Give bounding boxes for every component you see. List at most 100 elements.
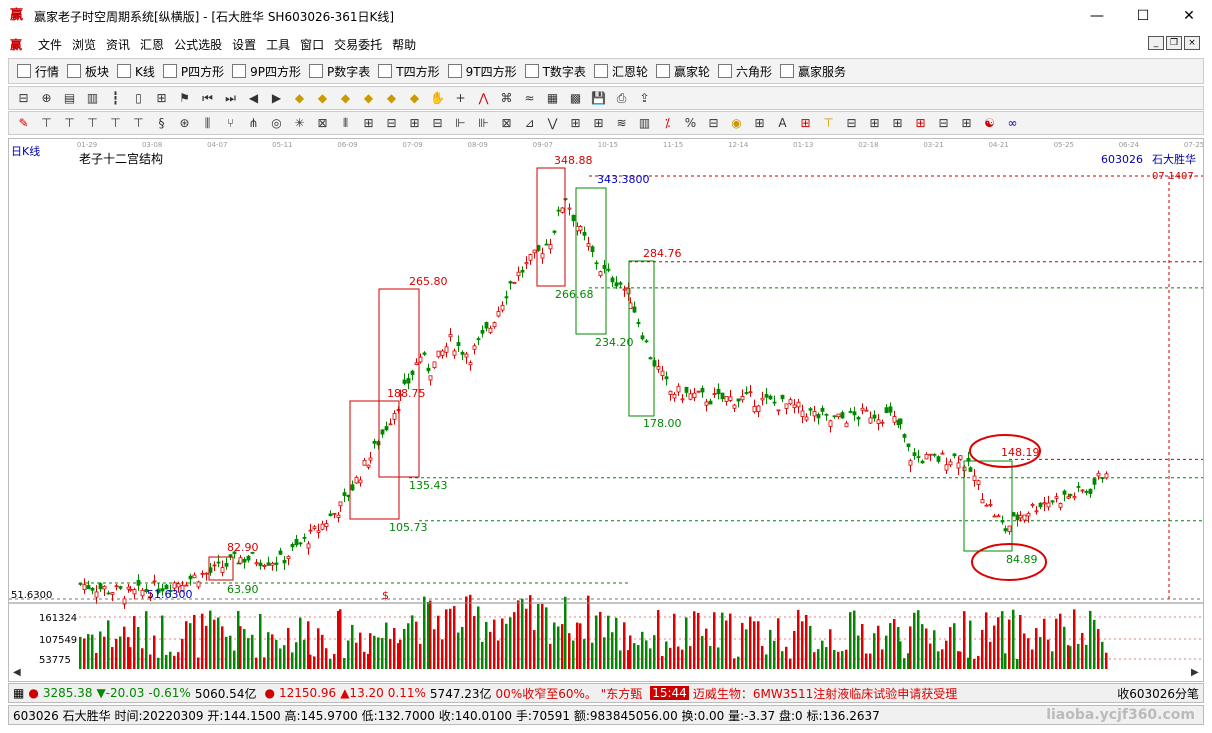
menu-file[interactable]: 文件	[38, 36, 62, 53]
tool-v-icon[interactable]: ⊤	[820, 115, 837, 132]
layout-icon[interactable]: ⊟	[15, 90, 32, 107]
infinity-icon[interactable]: ∞	[1004, 115, 1021, 132]
spiral-icon[interactable]: §	[153, 115, 170, 132]
tool-d-icon[interactable]: ⊤	[107, 115, 124, 132]
tool-t-icon[interactable]: ⊞	[751, 115, 768, 132]
tool-c-icon[interactable]: ⊤	[84, 115, 101, 132]
menu-window[interactable]: 窗口	[300, 36, 324, 53]
tool-e-icon[interactable]: ⊤	[130, 115, 147, 132]
tool-s-icon[interactable]: ⊟	[705, 115, 722, 132]
tool-i-icon[interactable]: ⊟	[429, 115, 446, 132]
mdi-close-button[interactable]: ×	[1184, 36, 1200, 50]
fan-icon[interactable]: ⋔	[245, 115, 262, 132]
menu-settings[interactable]: 设置	[232, 36, 256, 53]
pen-icon[interactable]: ✎	[15, 115, 32, 132]
tool-g-icon[interactable]: ⊟	[383, 115, 400, 132]
menu-trade[interactable]: 交易委托	[334, 36, 382, 53]
next-icon[interactable]: ▶	[268, 90, 285, 107]
gold-icon[interactable]: ◉	[728, 115, 745, 132]
doc-icon[interactable]: ▤	[61, 90, 78, 107]
tool-b-icon[interactable]: ⊤	[61, 115, 78, 132]
diamond-6-icon[interactable]: ◆	[406, 90, 423, 107]
toolbar-item-12[interactable]: 赢家服务	[779, 63, 846, 80]
diamond-1-icon[interactable]: ◆	[291, 90, 308, 107]
wave-icon[interactable]: ≈	[521, 90, 538, 107]
star-icon[interactable]: ✳	[291, 115, 308, 132]
grid-toggle-icon[interactable]: ⊞	[153, 90, 170, 107]
toolbar-item-5[interactable]: P数字表	[309, 63, 370, 80]
calendar-icon[interactable]: ▦	[544, 90, 561, 107]
tool-r-icon[interactable]: ▥	[636, 115, 653, 132]
toolbar-item-8[interactable]: T数字表	[524, 63, 586, 80]
toolbar-item-1[interactable]: 板块	[67, 63, 109, 80]
toolbar-item-10[interactable]: 赢家轮	[655, 63, 710, 80]
grid2-icon[interactable]: ⊞	[958, 115, 975, 132]
toolbar-item-6[interactable]: T四方形	[378, 63, 440, 80]
menu-news[interactable]: 资讯	[106, 36, 130, 53]
diamond-2-icon[interactable]: ◆	[314, 90, 331, 107]
toolbar-item-9[interactable]: 汇恩轮	[593, 63, 648, 80]
target-icon[interactable]: ◎	[268, 115, 285, 132]
circle-grid-icon[interactable]: ⊛	[176, 115, 193, 132]
news-ticker-text[interactable]: 00%收窄至60%。 "东方甄	[496, 685, 643, 702]
font-icon[interactable]: A	[774, 115, 791, 132]
tool-f-icon[interactable]: ⊞	[360, 115, 377, 132]
tool-o-icon[interactable]: ⊞	[567, 115, 584, 132]
candle-icon[interactable]: ┇	[107, 90, 124, 107]
flag-icon[interactable]: ⚑	[176, 90, 193, 107]
tool-p-icon[interactable]: ⊞	[590, 115, 607, 132]
menu-help[interactable]: 帮助	[392, 36, 416, 53]
news-headline[interactable]: 迈威生物：6MW3511注射液临床试验申请获受理	[693, 685, 957, 702]
menu-formula-select[interactable]: 公式选股	[174, 36, 222, 53]
chart-canvas[interactable]: 01-29 03-08 04-07 05-11 06-09 07-09 08-09 09-07…	[9, 139, 1204, 681]
mdi-restore-button[interactable]: ❐	[1166, 36, 1182, 50]
tool-u-icon[interactable]: ⊞	[797, 115, 814, 132]
toolbar-item-3[interactable]: P四方形	[162, 63, 224, 80]
yinyang-icon[interactable]: ☯	[981, 115, 998, 132]
tool-h-icon[interactable]: ⊞	[406, 115, 423, 132]
percent-icon[interactable]: %	[682, 115, 699, 132]
fib-icon[interactable]: ⫴	[337, 115, 354, 132]
trend-icon[interactable]: ⋀	[475, 90, 492, 107]
print-icon[interactable]: ⎙	[613, 90, 630, 107]
export-icon[interactable]: ⇪	[636, 90, 653, 107]
tool-y-icon[interactable]: ⊞	[889, 115, 906, 132]
tool-k-icon[interactable]: ⊪	[475, 115, 492, 132]
mdi-minimize-button[interactable]: _	[1148, 36, 1164, 50]
tool-n-icon[interactable]: ⋁	[544, 115, 561, 132]
tool-aa-icon[interactable]: ⊟	[935, 115, 952, 132]
toolbar-item-0[interactable]: 行情	[17, 63, 59, 80]
diamond-3-icon[interactable]: ◆	[337, 90, 354, 107]
tool-j-icon[interactable]: ⊩	[452, 115, 469, 132]
tool-x-icon[interactable]: ⊞	[866, 115, 883, 132]
diamond-4-icon[interactable]: ◆	[360, 90, 377, 107]
tick-detail-label[interactable]: 收603026分笔	[1117, 685, 1199, 702]
toolbar-item-2[interactable]: K线	[117, 63, 155, 80]
x-grid-icon[interactable]: ⊠	[314, 115, 331, 132]
zoom-icon[interactable]: ⊕	[38, 90, 55, 107]
last-icon[interactable]: ⏭	[222, 90, 239, 107]
prev-icon[interactable]: ◀	[245, 90, 262, 107]
toolbar-item-4[interactable]: 9P四方形	[232, 63, 301, 80]
fork-icon[interactable]: ⑂	[222, 115, 239, 132]
tool-z-icon[interactable]: ⊞	[912, 115, 929, 132]
toolbar-item-7[interactable]: 9T四方形	[447, 63, 517, 80]
kline-chart[interactable]: 01-29 03-08 04-07 05-11 06-09 07-09 08-09 09-07…	[8, 138, 1204, 682]
bars-icon[interactable]: ⫼	[199, 115, 216, 132]
menu-tools[interactable]: 工具	[266, 36, 290, 53]
close-button[interactable]: ✕	[1166, 0, 1212, 32]
maximize-button[interactable]: ☐	[1120, 0, 1166, 32]
minimize-button[interactable]: —	[1074, 0, 1120, 32]
pattern-icon[interactable]: ⌘	[498, 90, 515, 107]
calculator-icon[interactable]: ▦	[13, 686, 24, 700]
table-icon[interactable]: ▩	[567, 90, 584, 107]
tool-q-icon[interactable]: ≋	[613, 115, 630, 132]
tool-a-icon[interactable]: ⊤	[38, 115, 55, 132]
menu-huien[interactable]: 汇恩	[140, 36, 164, 53]
crosshair-icon[interactable]: +	[452, 90, 469, 107]
bar-icon[interactable]: ▯	[130, 90, 147, 107]
toolbar-item-11[interactable]: 六角形	[717, 63, 772, 80]
percent-line-icon[interactable]: ⁒	[659, 115, 676, 132]
diamond-5-icon[interactable]: ◆	[383, 90, 400, 107]
hand-icon[interactable]: ✋	[429, 90, 446, 107]
